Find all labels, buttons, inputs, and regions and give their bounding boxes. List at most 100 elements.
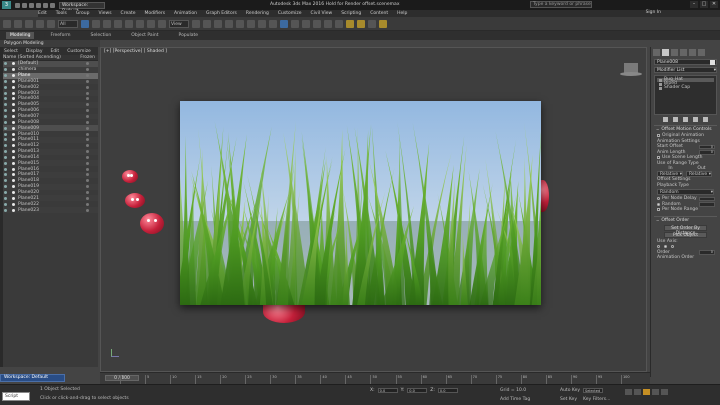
visibility-icon[interactable] [4,109,7,113]
create-tab-icon[interactable] [653,49,660,56]
per-node-delay-spinner[interactable] [699,196,715,201]
bind-spacewarp-icon[interactable] [47,19,55,28]
previous-frame-icon[interactable] [634,389,641,395]
maximize-icon[interactable]: □ [700,1,708,8]
per-node-range-checkbox[interactable] [657,208,660,212]
menu-views[interactable]: Views [99,11,112,16]
named-selection-icon[interactable] [269,19,277,28]
visibility-icon[interactable] [4,179,7,183]
visibility-icon[interactable] [4,68,7,72]
visibility-icon[interactable] [4,167,7,171]
use-scene-length-checkbox[interactable] [657,156,660,160]
motion-tab-icon[interactable] [680,49,687,56]
menu-help[interactable]: Help [397,11,407,16]
open-file-icon[interactable] [22,2,27,8]
start-offset-spinner[interactable]: 0 [699,144,715,149]
axis-y-radio[interactable] [664,245,667,249]
pick-object-button[interactable]: Pick Object [664,231,707,238]
freeze-icon[interactable] [86,144,89,148]
axis-x-radio[interactable] [657,245,660,249]
freeze-icon[interactable] [86,120,89,124]
menu-edit[interactable]: Edit [38,11,47,16]
rollout-header[interactable]: Offset Order [654,218,717,224]
rotate-icon[interactable] [136,19,144,28]
ribbon-subpanel[interactable]: Polygon Modeling [0,40,100,47]
order-spinner[interactable]: 0 [699,250,715,255]
modifier-list-dropdown[interactable]: Modifier List ▾ [654,67,717,73]
viewport-label[interactable]: [+] [Perspective] [ Shaded ] [104,49,167,54]
visibility-icon[interactable] [4,185,7,189]
go-to-end-icon[interactable] [661,389,668,395]
freeze-icon[interactable] [86,190,89,194]
select-by-name-icon[interactable] [92,19,100,28]
redo-icon[interactable] [14,19,22,28]
z-coord-field[interactable]: 0.0 [437,388,458,393]
keyboard-shortcut-icon[interactable] [214,19,222,28]
visibility-icon[interactable] [4,138,7,142]
freeze-icon[interactable] [86,138,89,142]
scene-menu-select[interactable]: Select [4,49,18,54]
render-setup-icon[interactable] [357,19,365,28]
freeze-icon[interactable] [86,103,89,107]
visibility-icon[interactable] [4,196,7,200]
bulb-icon[interactable] [659,82,662,86]
scene-menu-display[interactable]: Display [26,49,43,54]
curve-editor-icon[interactable] [324,19,332,28]
freeze-icon[interactable] [86,109,89,113]
menu-tools[interactable]: Tools [56,11,67,16]
search-input[interactable]: Type a keyword or phrase [530,1,592,8]
freeze-icon[interactable] [86,74,89,78]
app-menu-icon[interactable]: 3 [2,1,11,9]
key-mode-dropdown[interactable]: Selected [583,388,603,393]
freeze-icon[interactable] [86,185,89,189]
name-column-header[interactable]: Name (Sorted Ascending) [3,55,61,60]
visibility-icon[interactable] [4,126,7,130]
object-color-swatch[interactable] [710,60,715,65]
pivot-center-icon[interactable] [192,19,200,28]
visibility-icon[interactable] [4,103,7,107]
list-item[interactable]: Plane023 [0,207,98,213]
play-icon[interactable] [643,389,650,395]
menu-civil-view[interactable]: Civil View [311,11,333,16]
configure-modifier-sets-icon[interactable] [703,117,708,122]
per-node-delay-radio[interactable] [657,197,660,201]
modify-tab-icon[interactable] [662,49,669,56]
object-name-field[interactable]: Plane008 [654,59,717,65]
visibility-icon[interactable] [4,190,7,194]
freeze-icon[interactable] [86,208,89,212]
tab-modeling[interactable]: Modeling [6,32,35,39]
tab-populate[interactable]: Populate [175,32,203,39]
freeze-icon[interactable] [86,202,89,206]
playback-type-dropdown[interactable]: Random ▾ [657,189,714,195]
close-icon[interactable]: ✕ [710,1,718,8]
freeze-icon[interactable] [86,173,89,177]
set-order-by-distance-button[interactable]: Set Order By Distance [664,224,707,236]
auto-key-button[interactable]: Auto Key [560,388,580,393]
schematic-view-icon[interactable] [335,19,343,28]
visibility-icon[interactable] [4,74,7,78]
y-coord-field[interactable]: 0.0 [407,388,428,393]
link-icon[interactable] [25,19,33,28]
project-folder-icon[interactable] [50,2,55,8]
visibility-icon[interactable] [4,85,7,89]
frozen-column-header[interactable]: Frozen [80,55,95,60]
mirror-icon[interactable] [280,19,288,28]
menu-animation[interactable]: Animation [174,11,197,16]
freeze-icon[interactable] [86,115,89,119]
workspace-selector[interactable]: Workspace: Default [0,374,65,382]
move-icon[interactable] [125,19,133,28]
freeze-icon[interactable] [86,97,89,101]
visibility-icon[interactable] [4,97,7,101]
snaps-toggle-icon[interactable] [225,19,233,28]
visibility-icon[interactable] [4,115,7,119]
window-crossing-icon[interactable] [114,19,122,28]
freeze-icon[interactable] [86,179,89,183]
ribbon-toggle-icon[interactable] [313,19,321,28]
placement-icon[interactable] [158,19,166,28]
freeze-icon[interactable] [86,161,89,165]
freeze-icon[interactable] [86,155,89,159]
menu-modifiers[interactable]: Modifiers [145,11,166,16]
layer-explorer-icon[interactable] [302,19,310,28]
visibility-icon[interactable] [4,161,7,165]
ladybug-object[interactable] [140,213,164,234]
